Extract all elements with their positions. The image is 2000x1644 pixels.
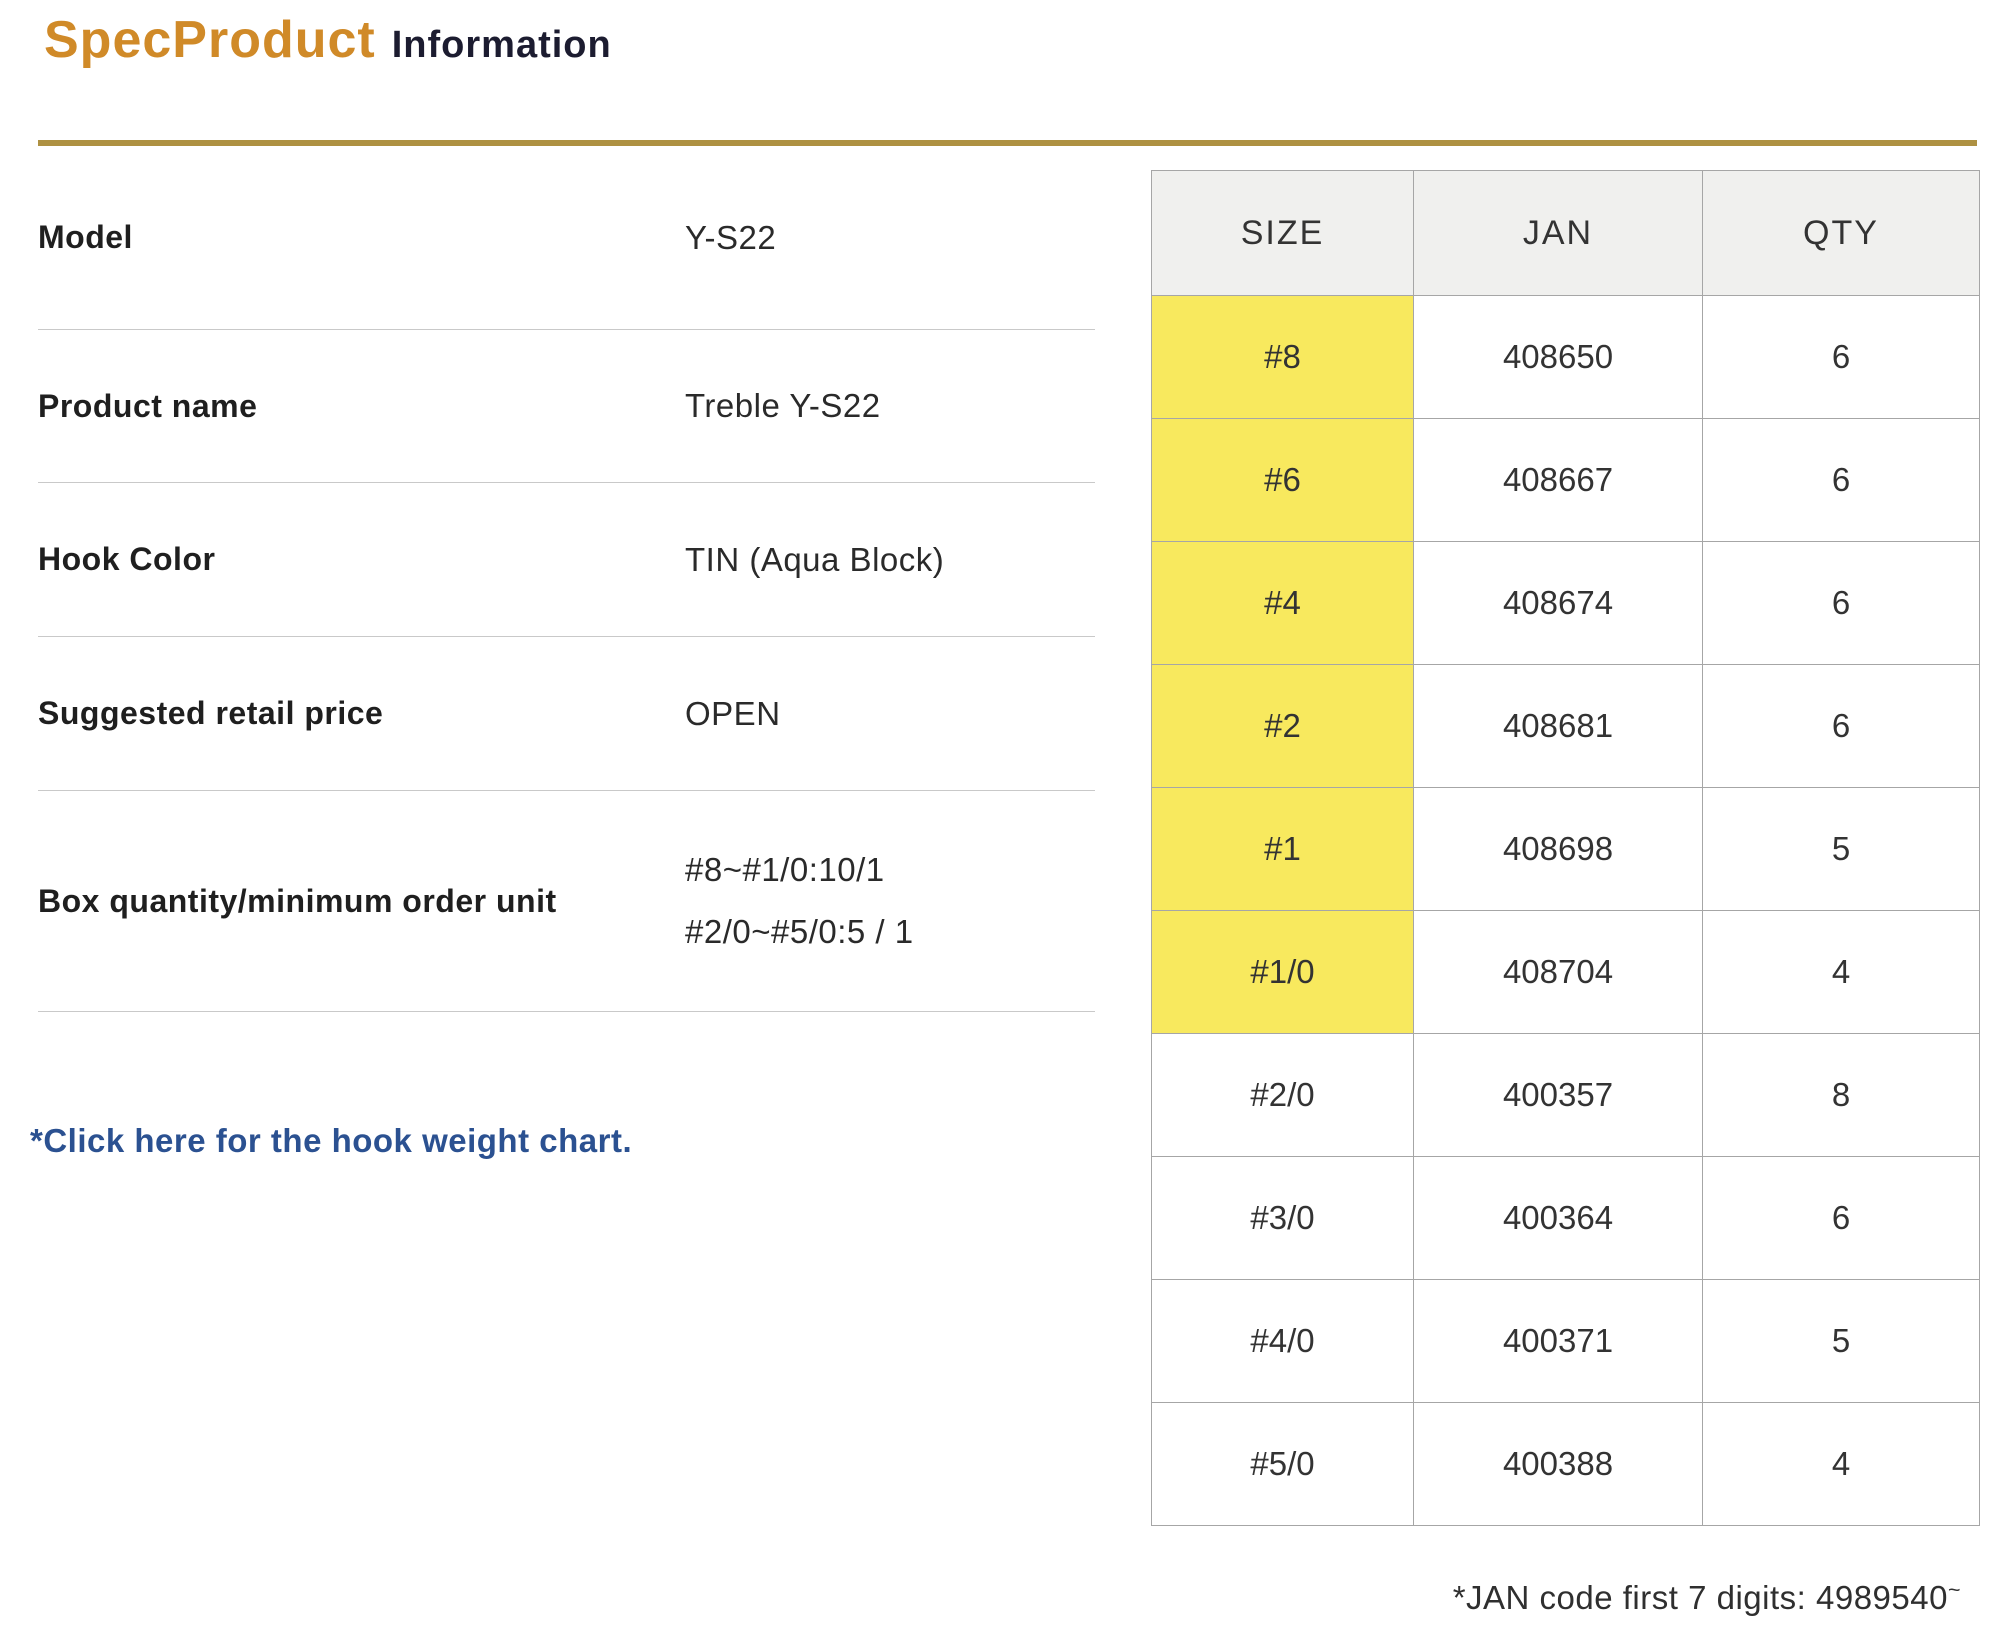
qty-cell: 8 xyxy=(1703,1034,1980,1157)
size-table-body: #84086506#64086676#44086746#24086816#140… xyxy=(1152,296,1980,1526)
table-row: #44086746 xyxy=(1152,542,1980,665)
size-cell: #2/0 xyxy=(1152,1034,1414,1157)
jan-cell: 408650 xyxy=(1414,296,1703,419)
product-spec-page: SpecProductInformation ModelY-S22Product… xyxy=(0,0,2000,1644)
qty-cell: 6 xyxy=(1703,419,1980,542)
jan-cell: 408674 xyxy=(1414,542,1703,665)
page-title-accent: SpecProduct xyxy=(44,11,376,69)
jan-column-header: JAN xyxy=(1414,171,1703,296)
size-table: SIZE JAN QTY #84086506#64086676#44086746… xyxy=(1151,170,1980,1526)
jan-cell: 408698 xyxy=(1414,788,1703,911)
table-row: #14086985 xyxy=(1152,788,1980,911)
spec-value: OPEN xyxy=(685,683,781,745)
spec-label: Product name xyxy=(38,388,685,425)
size-cell: #8 xyxy=(1152,296,1414,419)
jan-cell: 408704 xyxy=(1414,911,1703,1034)
table-row: #24086816 xyxy=(1152,665,1980,788)
jan-cell: 408667 xyxy=(1414,419,1703,542)
spec-row: Suggested retail priceOPEN xyxy=(38,637,1095,791)
spec-label: Box quantity/minimum order unit xyxy=(38,883,685,920)
jan-code-note: *JAN code first 7 digits: 4989540~ xyxy=(1151,1578,1979,1617)
spec-label: Hook Color xyxy=(38,541,685,578)
qty-cell: 6 xyxy=(1703,296,1980,419)
spec-label: Model xyxy=(38,219,685,256)
qty-cell: 4 xyxy=(1703,911,1980,1034)
size-cell: #2 xyxy=(1152,665,1414,788)
size-cell: #3/0 xyxy=(1152,1157,1414,1280)
table-row: #64086676 xyxy=(1152,419,1980,542)
qty-cell: 6 xyxy=(1703,1157,1980,1280)
spec-row: Product nameTreble Y-S22 xyxy=(38,330,1095,483)
jan-cell: 408681 xyxy=(1414,665,1703,788)
size-cell: #4 xyxy=(1152,542,1414,665)
hook-weight-chart-link[interactable]: *Click here for the hook weight chart. xyxy=(30,1122,632,1160)
jan-code-note-text: *JAN code first 7 digits: 4989540 xyxy=(1453,1579,1948,1616)
table-row: #3/04003646 xyxy=(1152,1157,1980,1280)
table-row: #2/04003578 xyxy=(1152,1034,1980,1157)
size-cell: #1/0 xyxy=(1152,911,1414,1034)
spec-value: Treble Y-S22 xyxy=(685,375,881,437)
jan-cell: 400364 xyxy=(1414,1157,1703,1280)
size-cell: #1 xyxy=(1152,788,1414,911)
page-title-rest: Information xyxy=(392,24,612,66)
qty-cell: 4 xyxy=(1703,1403,1980,1526)
spec-row: ModelY-S22 xyxy=(38,146,1095,330)
spec-value: #8~#1/0:10/1#2/0~#5/0:5 / 1 xyxy=(685,839,914,963)
size-cell: #4/0 xyxy=(1152,1280,1414,1403)
qty-cell: 6 xyxy=(1703,542,1980,665)
table-row: #1/04087044 xyxy=(1152,911,1980,1034)
table-row: #4/04003715 xyxy=(1152,1280,1980,1403)
jan-code-note-sup: ~ xyxy=(1948,1578,1961,1602)
qty-column-header: QTY xyxy=(1703,171,1980,296)
qty-cell: 5 xyxy=(1703,788,1980,911)
spec-value: Y-S22 xyxy=(685,207,776,269)
table-header-row: SIZE JAN QTY xyxy=(1152,171,1980,296)
spec-row: Box quantity/minimum order unit#8~#1/0:1… xyxy=(38,791,1095,1012)
spec-row: Hook ColorTIN (Aqua Block) xyxy=(38,483,1095,637)
qty-cell: 5 xyxy=(1703,1280,1980,1403)
spec-list: ModelY-S22Product nameTreble Y-S22Hook C… xyxy=(38,146,1095,1012)
size-cell: #6 xyxy=(1152,419,1414,542)
jan-cell: 400357 xyxy=(1414,1034,1703,1157)
jan-cell: 400371 xyxy=(1414,1280,1703,1403)
spec-label: Suggested retail price xyxy=(38,695,685,732)
size-cell: #5/0 xyxy=(1152,1403,1414,1526)
jan-cell: 400388 xyxy=(1414,1403,1703,1526)
qty-cell: 6 xyxy=(1703,665,1980,788)
table-row: #5/04003884 xyxy=(1152,1403,1980,1526)
size-column-header: SIZE xyxy=(1152,171,1414,296)
spec-value: TIN (Aqua Block) xyxy=(685,529,944,591)
page-title: SpecProduct Information xyxy=(44,10,612,70)
table-row: #84086506 xyxy=(1152,296,1980,419)
